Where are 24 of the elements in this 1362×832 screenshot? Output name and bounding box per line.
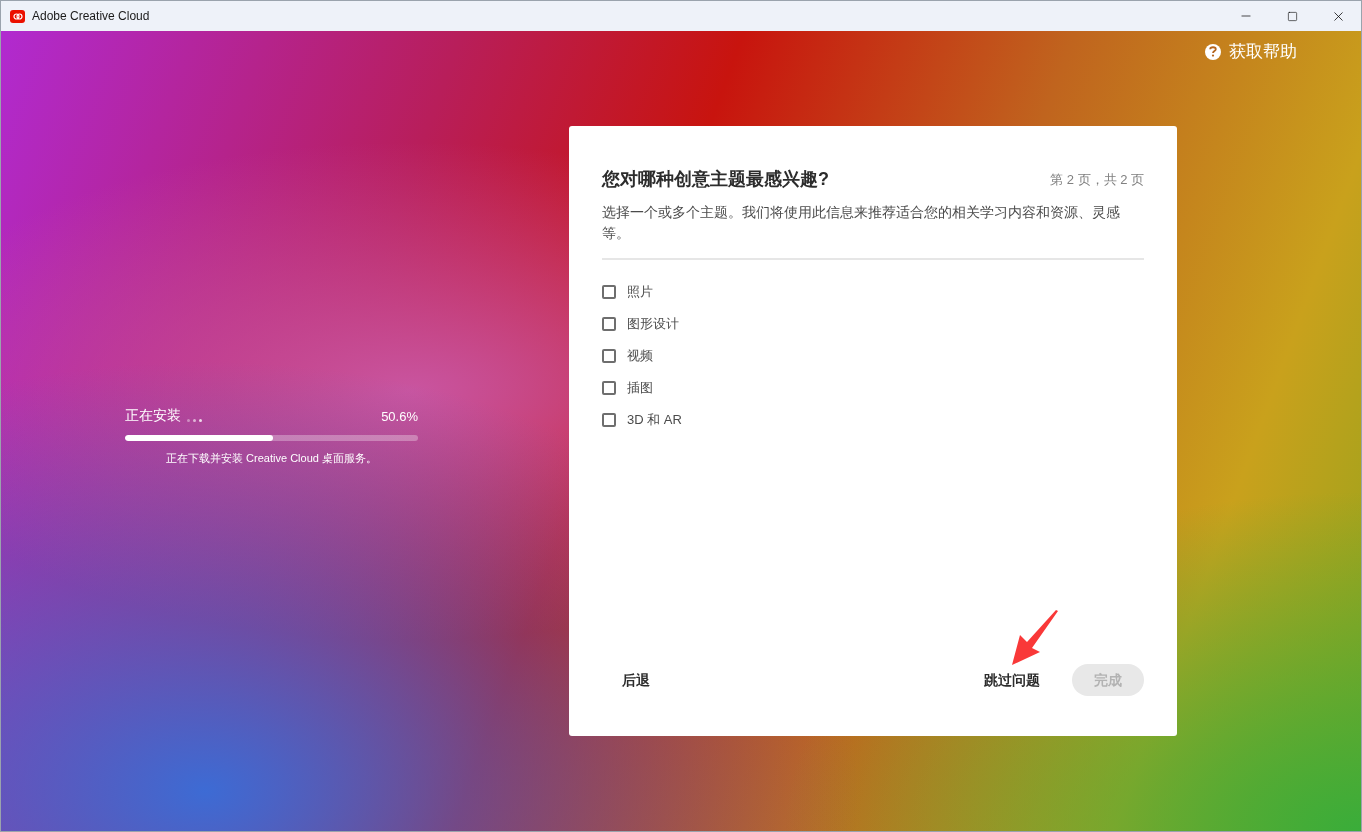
checkbox[interactable] (602, 413, 616, 427)
topic-checkbox[interactable]: 照片 (602, 282, 1144, 302)
checkbox[interactable] (602, 285, 616, 299)
back-button[interactable]: 后退 (622, 669, 650, 691)
dialog-title: 您对哪种创意主题最感兴趣? (602, 168, 829, 191)
app-logo-icon (10, 9, 25, 23)
install-status: 正在安装 (125, 406, 181, 425)
topic-checkbox[interactable]: 图形设计 (602, 314, 1144, 334)
topic-checkbox[interactable]: 3D 和 AR (602, 410, 1144, 430)
install-message: 正在下载并安装 Creative Cloud 桌面服务。 (166, 451, 377, 466)
maximize-icon (1286, 10, 1298, 22)
topic-checkbox[interactable]: 视频 (602, 346, 1144, 366)
checkbox[interactable] (602, 381, 616, 395)
page-indicator: 第 2 页，共 2 页 (1050, 171, 1144, 189)
install-percent: 50.6% (381, 407, 418, 426)
dialog-description: 选择一个或多个主题。我们将使用此信息来推荐适合您的相关学习内容和资源、灵感等。 (602, 203, 1121, 243)
checkbox[interactable] (602, 349, 616, 363)
checkbox[interactable] (602, 317, 616, 331)
topic-checkbox[interactable]: 插图 (602, 378, 1144, 398)
help-icon (1205, 43, 1221, 60)
skip-button[interactable]: 跳过问题 (984, 669, 1040, 691)
pointer-arrow (1010, 610, 1059, 666)
loading-dots-icon (187, 419, 202, 422)
window-title: Adobe Creative Cloud (32, 8, 150, 25)
